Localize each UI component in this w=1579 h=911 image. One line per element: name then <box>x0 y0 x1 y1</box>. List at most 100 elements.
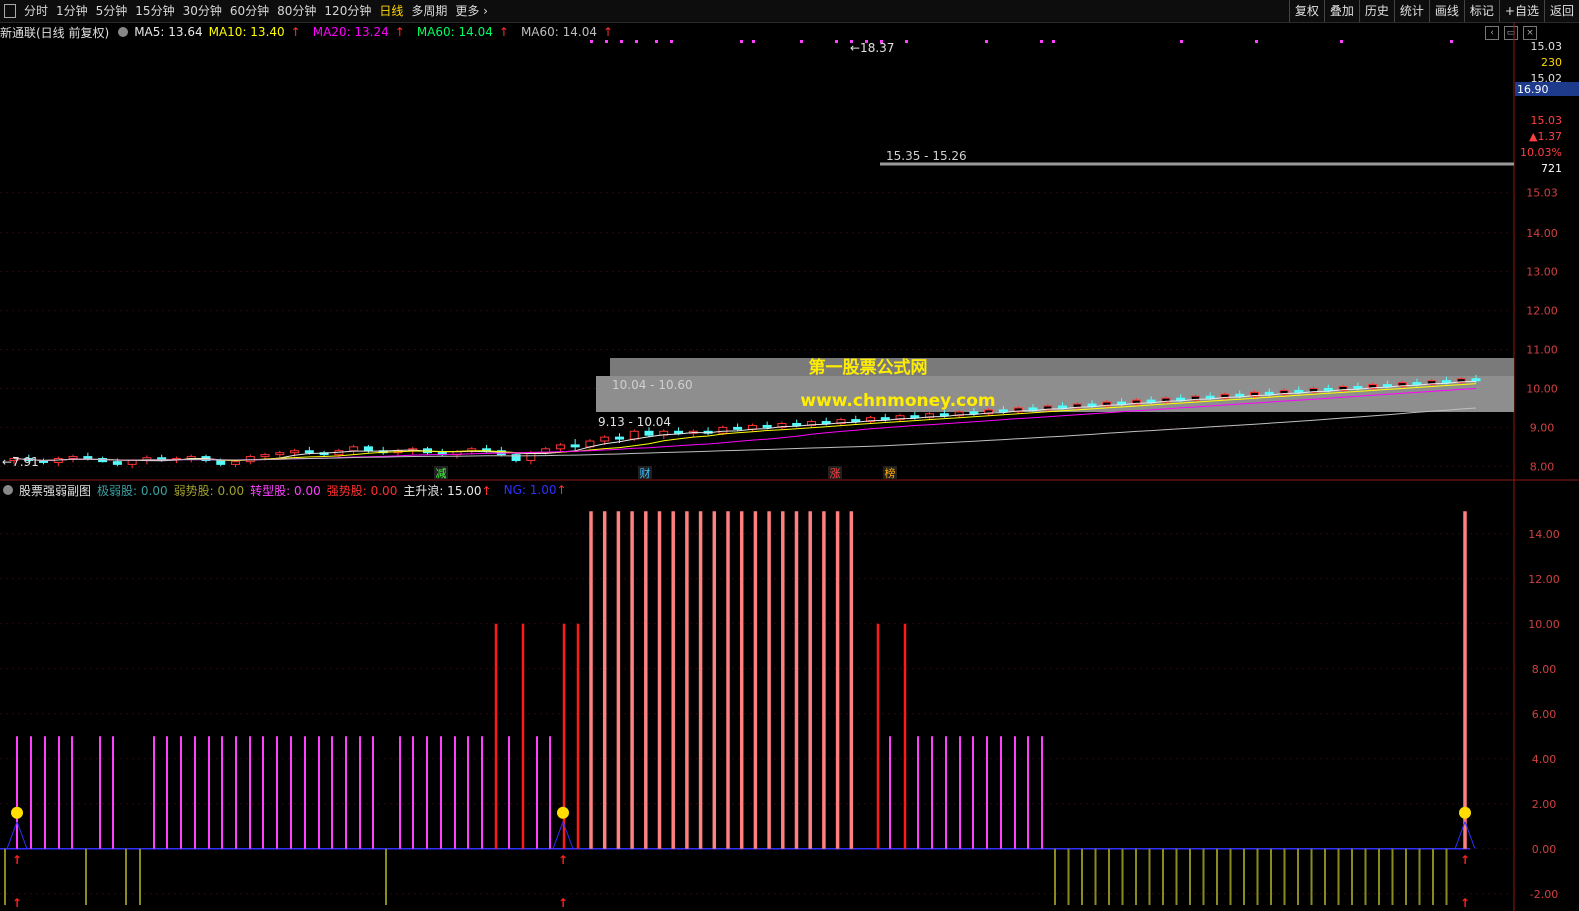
candle-body <box>762 424 772 428</box>
ma60-line <box>13 407 1477 462</box>
buy-arrow-icon: ↑ <box>12 896 22 910</box>
candle-body <box>363 446 373 452</box>
candle-body <box>1117 401 1127 405</box>
buy-arrow-icon: ↑ <box>558 853 568 867</box>
event-label-1: 财 <box>640 466 651 480</box>
candle-body <box>1441 380 1451 384</box>
candle-body <box>68 456 78 460</box>
candle-body <box>880 417 890 421</box>
signal-dot <box>1255 40 1258 43</box>
event-label-3: 榜 <box>885 466 896 480</box>
signal-dot <box>655 40 658 43</box>
high-label: ←18.37 <box>850 41 894 55</box>
ng-signal-line <box>16 821 28 849</box>
smiley-icon <box>557 806 569 819</box>
candle-body <box>304 450 314 454</box>
buy-arrow-icon: ↑ <box>12 853 22 867</box>
candle-body <box>1205 395 1215 399</box>
zone-high-label: 15.35 - 15.26 <box>886 149 967 163</box>
info-label-1: 230 <box>1541 56 1562 69</box>
candle-body <box>555 444 565 450</box>
candle-body <box>349 446 359 452</box>
candle-body <box>792 423 802 426</box>
sub-tick-label: 14.00 <box>1528 528 1560 541</box>
zone-mid-label: 10.04 - 10.60 <box>612 378 693 392</box>
candle-body <box>1176 397 1186 401</box>
main-tick-label: 13.00 <box>1526 266 1558 279</box>
signal-dot <box>635 40 638 43</box>
candle-body <box>733 426 743 430</box>
support-zone-upper <box>610 358 1514 376</box>
signal-dot <box>1180 40 1183 43</box>
sub-tick-label: 0.00 <box>1532 843 1557 856</box>
support-zone-lower <box>596 376 1514 412</box>
candle-body <box>1264 391 1274 395</box>
candle-body <box>157 457 167 460</box>
signal-dot <box>740 40 743 43</box>
signal-dot <box>1040 40 1043 43</box>
info-label-5: ▲1.37 <box>1529 130 1562 143</box>
main-tick-label: 14.00 <box>1526 227 1558 240</box>
candle-body <box>600 436 610 442</box>
signal-dot <box>850 40 853 43</box>
main-tick-label: 12.00 <box>1526 305 1558 318</box>
sub-tick-label: 2.00 <box>1532 798 1557 811</box>
signal-dot <box>620 40 623 43</box>
buy-arrow-icon: ↑ <box>1460 896 1470 910</box>
info-label-0: 15.03 <box>1531 40 1563 53</box>
watermark-cn: 第一股票公式网 <box>809 357 928 378</box>
info-label-3: 16.90 <box>1517 83 1549 96</box>
signal-dot <box>800 40 803 43</box>
candle-body <box>1471 378 1481 382</box>
signal-dot <box>752 40 755 43</box>
candle-body <box>290 450 300 454</box>
candle-body <box>1294 389 1304 393</box>
candle-body <box>1412 382 1422 386</box>
signal-dot <box>835 40 838 43</box>
candle-body <box>231 461 241 465</box>
candle-body <box>275 452 285 456</box>
watermark-url: www.chnmoney.com <box>800 391 995 411</box>
info-label-4: 15.03 <box>1531 114 1563 127</box>
main-tick-label: 10.00 <box>1526 382 1558 395</box>
signal-dot <box>905 40 908 43</box>
candle-body <box>245 456 255 463</box>
candle-body <box>1323 387 1333 391</box>
candle-body <box>644 430 654 436</box>
sub-tick-label: 6.00 <box>1532 708 1557 721</box>
candle-body <box>83 456 93 460</box>
candle-body <box>939 413 949 417</box>
signal-dot <box>670 40 673 43</box>
smiley-icon <box>11 806 23 819</box>
buy-arrow-icon: ↑ <box>1460 853 1470 867</box>
event-label-0: 减 <box>436 467 447 480</box>
candle-body <box>910 415 920 419</box>
candle-body <box>127 459 137 465</box>
candle-body <box>1353 386 1363 389</box>
ng-signal-line <box>552 821 564 849</box>
signal-dot <box>590 40 593 43</box>
ng-signal-line <box>6 821 18 849</box>
candle-body <box>674 430 684 434</box>
candle-body <box>821 421 831 424</box>
candle-body <box>1058 405 1068 409</box>
buy-arrow-icon: ↑ <box>558 896 568 910</box>
main-tick-label: 15.03 <box>1526 187 1558 200</box>
event-label-2: 涨 <box>830 467 841 480</box>
candle-body <box>1382 384 1392 388</box>
main-tick-label: 9.00 <box>1530 421 1555 434</box>
signal-dot <box>880 40 883 43</box>
candle-body <box>998 409 1008 413</box>
candle-body <box>1146 399 1156 403</box>
main-tick-label: 11.00 <box>1526 344 1558 357</box>
candle-body <box>851 419 861 423</box>
candle-body <box>570 444 580 448</box>
signal-dot <box>865 40 868 43</box>
candle-body <box>969 411 979 415</box>
low-label: ←7.91 <box>2 455 39 469</box>
candle-body <box>1087 403 1097 407</box>
signal-dot <box>1450 40 1453 43</box>
candle-body <box>112 461 122 465</box>
candle-body <box>1235 393 1245 397</box>
main-tick-label: 8.00 <box>1530 460 1555 473</box>
